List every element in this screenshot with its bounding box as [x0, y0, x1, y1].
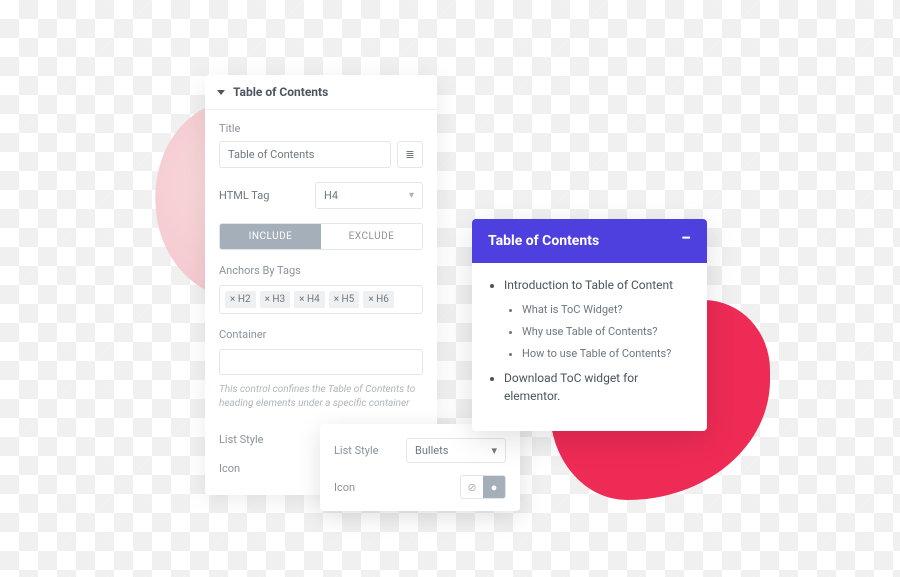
toc-item-intro[interactable]: Introduction to Table of Content What is… — [504, 277, 689, 362]
popover-list-style-value: Bullets — [415, 444, 448, 457]
panel-header[interactable]: Table of Contents — [205, 75, 437, 110]
toc-item-sub3[interactable]: How to use Table of Contents? — [522, 346, 689, 362]
chip-h4[interactable]: × H4 — [294, 291, 325, 308]
container-label: Container — [219, 328, 423, 341]
stack-icon: ≣ — [405, 148, 414, 161]
toc-item-intro-text: Introduction to Table of Content — [504, 278, 673, 292]
html-tag-label: HTML Tag — [219, 189, 269, 202]
chip-h3[interactable]: × H3 — [260, 291, 291, 308]
popover-icon-label: Icon — [334, 481, 355, 494]
panel-title: Table of Contents — [233, 85, 328, 99]
anchors-chip-input[interactable]: × H2 × H3 × H4 × H5 × H6 — [219, 285, 423, 314]
dynamic-tags-button[interactable]: ≣ — [397, 141, 423, 168]
caret-down-icon — [217, 90, 225, 95]
popover-icon-toggle: ⊘ ● — [460, 475, 506, 499]
title-input[interactable]: Table of Contents — [219, 141, 391, 168]
container-hint: This control confines the Table of Conte… — [219, 383, 423, 411]
container-input[interactable] — [219, 349, 423, 375]
title-label: Title — [219, 122, 423, 135]
chip-h6[interactable]: × H6 — [363, 291, 394, 308]
preview-header[interactable]: Table of Contents − — [472, 219, 707, 263]
ban-icon: ⊘ — [467, 481, 476, 494]
tab-exclude[interactable]: EXCLUDE — [321, 224, 422, 249]
toc-item-sub1[interactable]: What is ToC Widget? — [522, 302, 689, 318]
toc-preview-widget: Table of Contents − Introduction to Tabl… — [472, 219, 707, 431]
html-tag-select[interactable]: H4 ▾ — [315, 182, 423, 209]
toc-item-sub2[interactable]: Why use Table of Contents? — [522, 324, 689, 340]
include-exclude-tabs: INCLUDE EXCLUDE — [219, 223, 423, 250]
anchors-label: Anchors By Tags — [219, 264, 423, 277]
list-style-popover: List Style Bullets ▾ Icon ⊘ ● — [320, 424, 520, 511]
chip-h2[interactable]: × H2 — [225, 291, 256, 308]
tab-include[interactable]: INCLUDE — [220, 224, 321, 249]
icon-none-button[interactable]: ⊘ — [461, 476, 483, 498]
circle-icon: ● — [491, 481, 498, 494]
html-tag-value: H4 — [324, 189, 338, 202]
toc-item-download[interactable]: Download ToC widget for elementor. — [504, 370, 689, 405]
preview-body: Introduction to Table of Content What is… — [472, 263, 707, 431]
popover-list-style-label: List Style — [334, 444, 378, 457]
popover-list-style-select[interactable]: Bullets ▾ — [406, 438, 506, 463]
chip-h5[interactable]: × H5 — [329, 291, 360, 308]
chevron-down-icon: ▾ — [491, 444, 497, 457]
preview-title: Table of Contents — [488, 233, 599, 249]
icon-bullet-button[interactable]: ● — [483, 476, 505, 498]
chevron-down-icon: ▾ — [409, 190, 414, 201]
